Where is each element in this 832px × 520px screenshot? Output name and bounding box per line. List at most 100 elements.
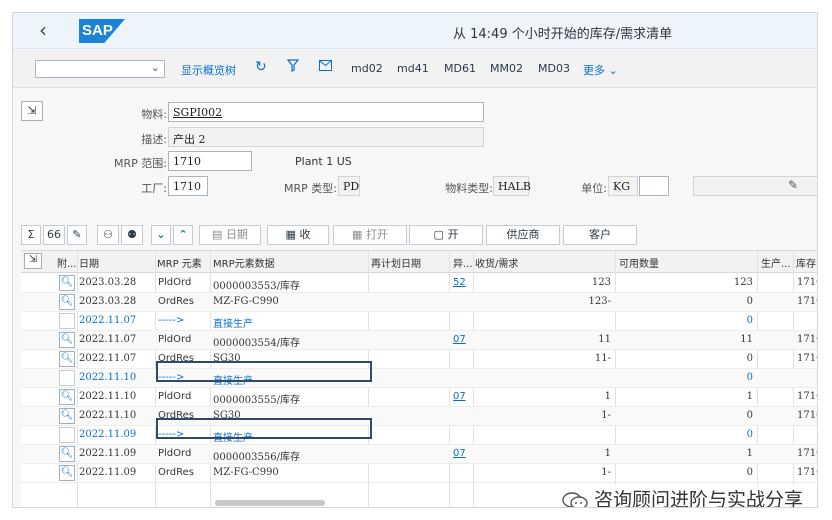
- row-storage: 171C: [797, 391, 817, 402]
- material-type-label: 物料类型:: [445, 182, 493, 195]
- table-row[interactable]: 🔍︎ 2022.11.07 PldOrd 0000003554/库存 07 11 11 171…: [21, 331, 817, 350]
- table-row[interactable]: 🔍︎ 2022.11.09 PldOrd 0000003556/库存 07 1 1 171C: [21, 445, 817, 464]
- magnifier-icon[interactable]: 🔍︎: [59, 446, 75, 462]
- row-storage: 171C: [797, 353, 817, 364]
- variant-select[interactable]: ⌄: [35, 60, 165, 78]
- row-date: 2022.11.07: [79, 353, 137, 364]
- date-icon: ▤: [212, 228, 226, 241]
- row-mrp-element-data: 0000003556/库存: [213, 452, 300, 463]
- table-row[interactable]: 2022.11.09 -----> 直接生产 0: [21, 426, 817, 445]
- row-storage: 171C: [797, 467, 817, 478]
- col-available-qty[interactable]: 可用数量: [619, 255, 749, 270]
- open-button[interactable]: ▦ 打开: [333, 225, 407, 245]
- magnifier-icon[interactable]: 🔍︎: [59, 275, 75, 291]
- row-storage: 171C: [797, 334, 817, 345]
- watermark-text: 咨询顾问进阶与实战分享: [594, 489, 804, 508]
- material-field[interactable]: SGPI002: [168, 102, 484, 122]
- table-row[interactable]: 2022.11.10 -----> 直接生产 0: [21, 369, 817, 388]
- mm02-button[interactable]: MM02: [490, 62, 523, 75]
- magnifier-icon[interactable]: 🔍︎: [59, 332, 75, 348]
- refresh-icon[interactable]: ↻: [255, 59, 267, 75]
- row-exception-link[interactable]: 07: [453, 448, 473, 459]
- plant-label: 工厂:: [141, 182, 167, 195]
- mail-icon[interactable]: [319, 59, 332, 75]
- expand-header-icon[interactable]: ⇲: [21, 101, 43, 121]
- vendor-button[interactable]: 供应商: [486, 225, 560, 245]
- date-button[interactable]: ▤ 日期: [199, 225, 261, 245]
- col-mrp-element-data[interactable]: MRP元素数据: [213, 255, 363, 270]
- more-button[interactable]: 更多 ⌄: [583, 62, 618, 78]
- collapse-all-icon[interactable]: ⌃: [173, 225, 193, 245]
- glasses-icon[interactable]: 66: [43, 225, 65, 245]
- col-production[interactable]: 生产...: [761, 255, 793, 270]
- md03-button[interactable]: MD03: [538, 62, 570, 75]
- description-label: 描述:: [141, 133, 167, 146]
- row-receipt-req: 1: [604, 391, 611, 402]
- table-row[interactable]: 🔍︎ 2023.03.28 OrdRes MZ-FG-C990 123- 0 171C: [21, 293, 817, 312]
- receipt-label: 收: [299, 228, 311, 241]
- open2-button[interactable]: ▢ 开: [409, 225, 483, 245]
- row-selector[interactable]: [59, 427, 75, 443]
- magnifier-icon[interactable]: 🔍︎: [59, 465, 75, 481]
- col-mrp-element[interactable]: MRP 元素: [157, 255, 209, 270]
- row-date: 2022.11.07: [79, 334, 137, 345]
- filter-icon[interactable]: [286, 59, 300, 76]
- open2-label: 开: [447, 228, 459, 241]
- col-reschedule-date[interactable]: 再计划日期: [371, 255, 447, 270]
- row-mrp-element: ----->: [158, 315, 185, 326]
- magnifier-icon[interactable]: 🔍︎: [59, 351, 75, 367]
- customer-button[interactable]: 客户: [563, 225, 637, 245]
- receipt-button[interactable]: ▦ 收: [267, 225, 329, 245]
- row-storage: 171C: [797, 296, 817, 307]
- horizontal-scrollbar[interactable]: [215, 500, 325, 506]
- back-icon[interactable]: ‹: [39, 19, 47, 41]
- export-icon[interactable]: ⇲: [24, 253, 42, 269]
- table-row[interactable]: 2022.11.07 -----> 直接生产 0: [21, 312, 817, 331]
- people-icon[interactable]: ⚇: [97, 225, 119, 245]
- page-title: 从 14:49 个小时开始的库存/需求清单: [453, 27, 673, 42]
- row-selector[interactable]: [59, 313, 75, 329]
- col-date[interactable]: 日期: [79, 255, 151, 270]
- plant-field[interactable]: 1710: [168, 176, 208, 196]
- shell-bar: ‹ SAP 从 14:49 个小时开始的库存/需求清单: [13, 13, 817, 49]
- table-row[interactable]: 🔍︎2022.11.07OrdResSG3011-0171C: [21, 350, 817, 369]
- md41-button[interactable]: md41: [397, 62, 429, 75]
- pencil-icon[interactable]: ✎: [67, 225, 87, 245]
- header-action-button[interactable]: ✎: [693, 176, 817, 196]
- table-row[interactable]: 🔍︎ 2022.11.09 OrdRes MZ-FG-C990 1- 0 171C: [21, 464, 817, 483]
- people-alt-icon[interactable]: ⚉: [121, 225, 143, 245]
- row-date: 2022.11.10: [79, 391, 137, 402]
- more-label: 更多: [583, 64, 605, 77]
- row-available-qty: 0: [746, 429, 753, 440]
- row-selector[interactable]: [59, 370, 75, 386]
- row-mrp-element-data: 0000003555/库存: [213, 395, 300, 406]
- table-row[interactable]: 🔍︎ 2023.03.28 PldOrd 0000003553/库存 52 123 123 1…: [21, 274, 817, 293]
- table-toolbar: Σ 66 ✎ ⚇ ⚉ ⌄ ⌃ ▤ 日期 ▦ 收 ▦ 打开 ▢ 开 供应商 客户: [13, 223, 817, 249]
- row-mrp-element-data: 直接生产: [213, 319, 253, 330]
- col-receipt-req[interactable]: 收货/需求: [475, 255, 605, 270]
- row-receipt-req: 1: [604, 448, 611, 459]
- description-field: 产出 2: [168, 127, 484, 147]
- unit-extra-field[interactable]: [639, 176, 669, 196]
- table-row[interactable]: 🔍︎ 2022.11.10 PldOrd 0000003555/库存 07 1 1 171C: [21, 388, 817, 407]
- col-storage[interactable]: 库存...: [796, 255, 817, 270]
- col-attach[interactable]: 附...: [57, 255, 77, 270]
- table-header: ⇲ 附... 日期 MRP 元素 MRP元素数据 再计划日期 异... 收货/需…: [21, 251, 817, 273]
- magnifier-icon[interactable]: 🔍︎: [59, 294, 75, 310]
- magnifier-icon[interactable]: 🔍︎: [59, 408, 75, 424]
- material-label: 物料:: [141, 108, 167, 121]
- show-overview-tree-button[interactable]: 显示概览树: [181, 62, 236, 78]
- md02-button[interactable]: md02: [351, 62, 383, 75]
- magnifier-icon[interactable]: 🔍︎: [59, 389, 75, 405]
- col-exception[interactable]: 异...: [453, 255, 473, 270]
- table-row[interactable]: 🔍︎2022.11.10OrdResSG301-0171C: [21, 407, 817, 426]
- row-exception-link[interactable]: 52: [453, 277, 473, 288]
- row-exception-link[interactable]: 07: [453, 334, 473, 345]
- md61-button[interactable]: MD61: [444, 62, 476, 75]
- row-exception-link[interactable]: 07: [453, 391, 473, 402]
- row-available-qty: 0: [746, 353, 753, 364]
- sum-button[interactable]: Σ: [21, 225, 41, 245]
- row-storage: 171C: [797, 410, 817, 421]
- expand-all-icon[interactable]: ⌄: [151, 225, 171, 245]
- mrp-area-field[interactable]: 1710: [168, 151, 252, 171]
